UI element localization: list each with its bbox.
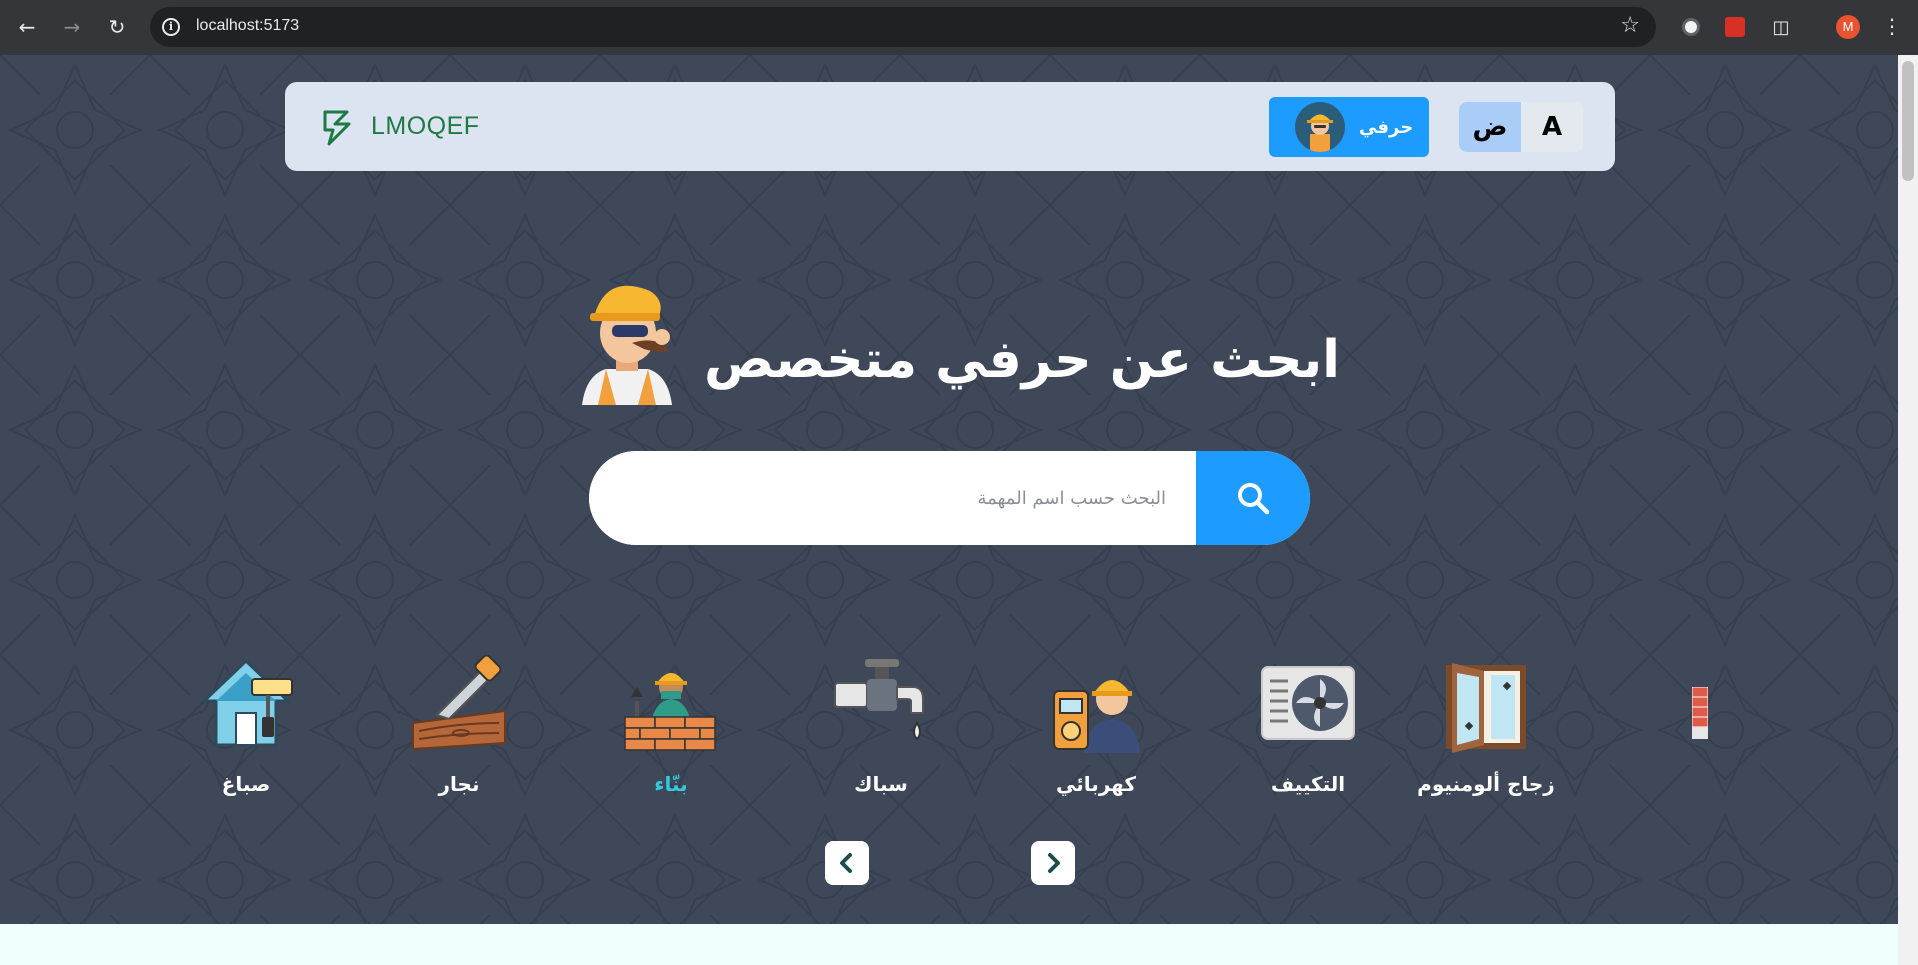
search-button[interactable]	[1196, 451, 1310, 545]
chevron-left-icon	[840, 853, 852, 873]
category-card[interactable]: سباك	[806, 653, 956, 801]
carousel-next-button[interactable]	[1031, 841, 1075, 885]
logo-text[interactable]: LMOQEF	[371, 112, 480, 141]
category-label: صباغ	[221, 772, 271, 796]
search-box	[589, 451, 1310, 545]
category-card[interactable]: نجار	[384, 653, 534, 801]
profile-avatar[interactable]: M	[1836, 15, 1860, 39]
lang-option-latin[interactable]: A	[1521, 102, 1583, 152]
category-card-partial[interactable]	[1692, 687, 1708, 739]
chevron-right-icon	[1048, 853, 1060, 873]
url-text[interactable]: localhost:5173	[196, 17, 299, 35]
browser-toolbar: ← → ↻ i localhost:5173 ☆ ◫ M ⋮	[0, 0, 1918, 55]
search-icon	[1238, 483, 1270, 515]
back-icon[interactable]: ←	[14, 14, 40, 40]
electrician-icon	[1046, 653, 1146, 753]
category-card[interactable]: كهربائي	[1021, 653, 1171, 801]
category-label: سباك	[854, 772, 908, 796]
next-section-strip	[0, 924, 1898, 965]
extension-icon[interactable]	[1722, 14, 1748, 40]
category-card[interactable]: التكييف	[1233, 653, 1383, 801]
language-switch[interactable]: ض A	[1459, 102, 1583, 152]
extension-icon[interactable]	[1678, 14, 1704, 40]
category-label: نجار	[438, 772, 480, 796]
address-bar[interactable]: i localhost:5173 ☆	[150, 7, 1656, 47]
worker-illustration-icon	[582, 285, 672, 405]
top-navbar: LMOQEF حرفي ض A	[285, 82, 1615, 171]
logo-icon[interactable]	[321, 106, 355, 148]
carousel-prev-button[interactable]	[825, 841, 869, 885]
category-label: كهربائي	[1055, 772, 1137, 796]
faucet-icon	[831, 653, 931, 753]
lang-option-arabic[interactable]: ض	[1459, 102, 1521, 152]
category-label: زجاج ألومنيوم	[1417, 772, 1555, 796]
craftsman-label: حرفي	[1359, 116, 1414, 138]
paint-house-icon	[196, 653, 296, 753]
browser-menu-icon[interactable]: ⋮	[1882, 14, 1902, 38]
scrollbar-thumb[interactable]	[1902, 61, 1914, 181]
page-viewport: LMOQEF حرفي ض A ابحث عن حرفي متخصص البحث…	[0, 55, 1898, 965]
category-card[interactable]: صباغ	[171, 653, 321, 801]
extensions-puzzle-icon[interactable]: ◫	[1768, 14, 1794, 40]
bookmark-star-icon[interactable]: ☆	[1620, 13, 1640, 38]
search-input[interactable]	[589, 451, 1196, 545]
category-label: التكييف	[1270, 772, 1346, 796]
craftsman-button[interactable]: حرفي	[1269, 97, 1429, 157]
category-card[interactable]: زجاج ألومنيوم	[1411, 653, 1561, 801]
craftsman-avatar	[1295, 102, 1345, 152]
page-scrollbar[interactable]	[1898, 55, 1918, 965]
category-card[interactable]: بنّاء	[596, 653, 746, 801]
category-label: بنّاء	[654, 772, 688, 796]
reload-icon[interactable]: ↻	[104, 14, 130, 40]
air-conditioner-icon	[1258, 653, 1358, 753]
forward-icon[interactable]: →	[59, 14, 85, 40]
glass-window-icon	[1436, 653, 1536, 753]
saw-wood-icon	[409, 653, 509, 753]
hero-title: ابحث عن حرفي متخصص	[703, 330, 1340, 390]
mason-icon	[621, 653, 721, 753]
site-info-icon[interactable]: i	[162, 18, 180, 36]
